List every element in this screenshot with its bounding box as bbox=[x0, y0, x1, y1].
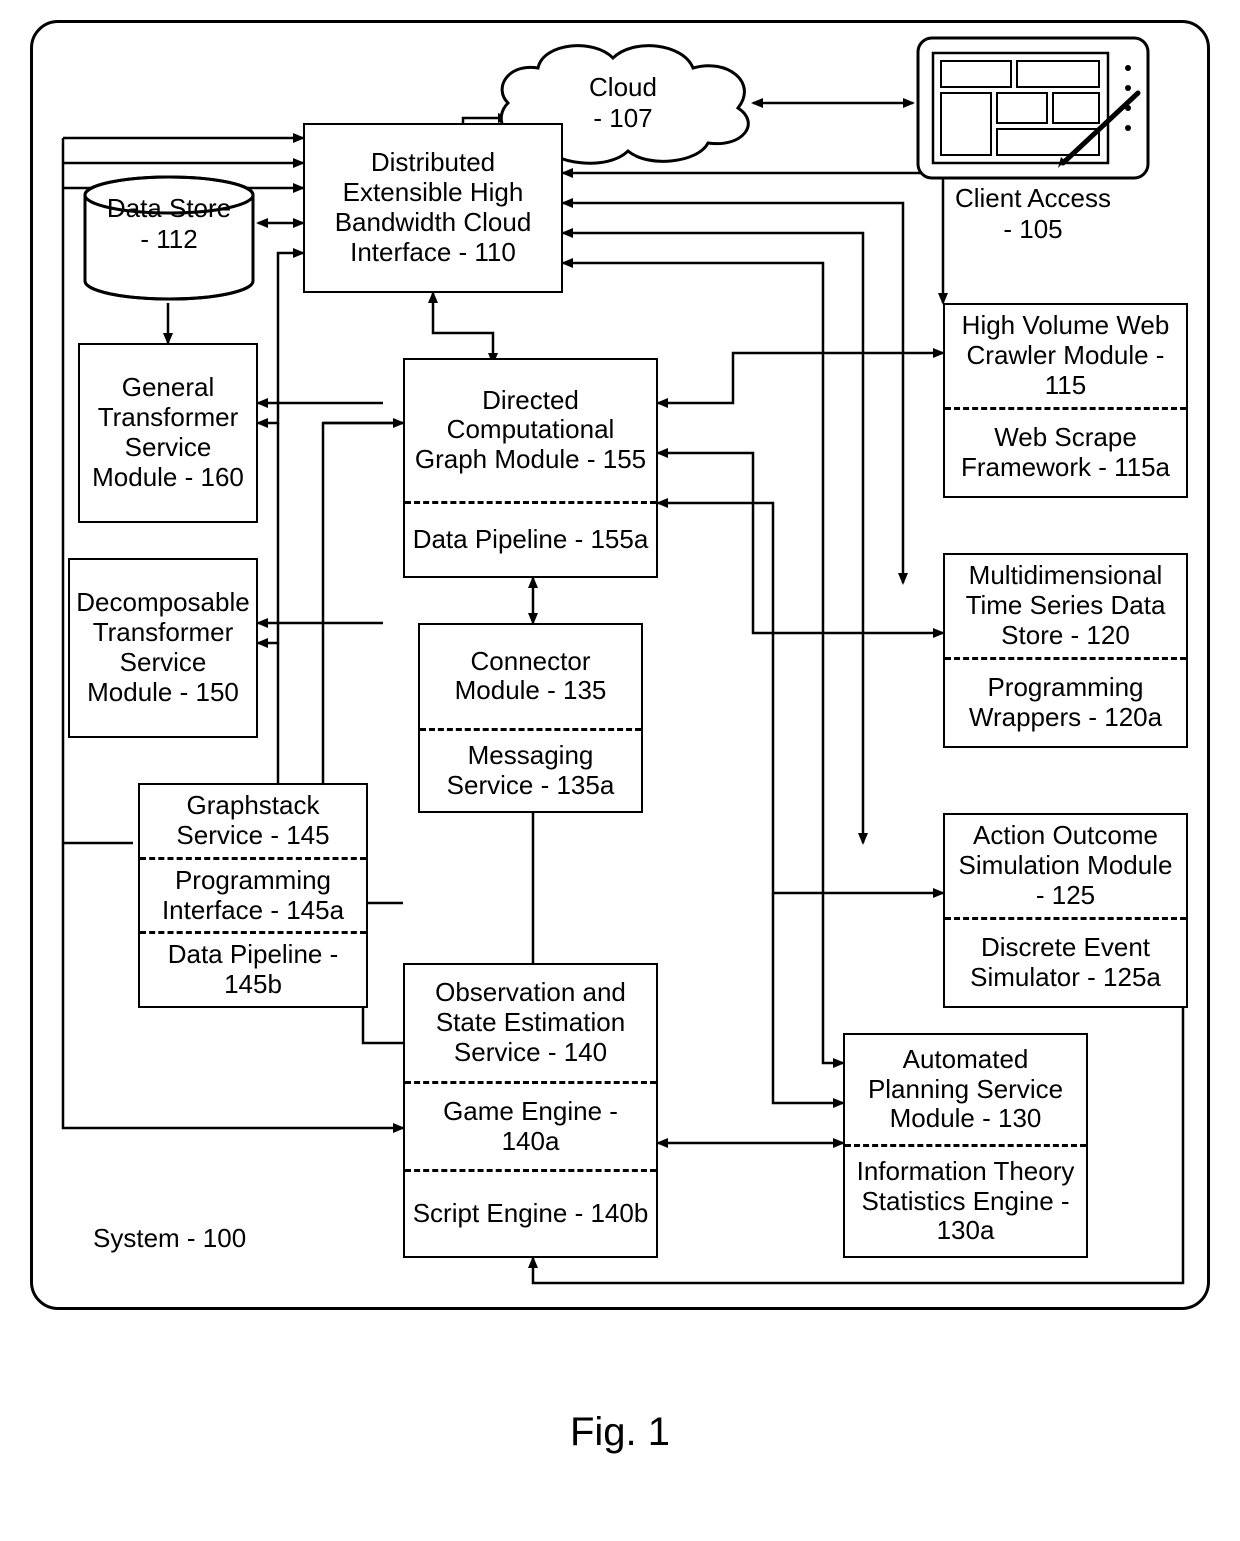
node-115: High Volume Web Crawler Module - 115 Web… bbox=[943, 303, 1188, 498]
cloud-id: - 107 bbox=[593, 103, 652, 134]
data-store-id: - 112 bbox=[79, 224, 259, 255]
node-125: Action Outcome Simulation Module - 125 D… bbox=[943, 813, 1188, 1008]
node-135: Connector Module - 135 Messaging Service… bbox=[418, 623, 643, 813]
cloud-title: Cloud bbox=[589, 72, 657, 103]
system-label: System - 100 bbox=[93, 1223, 246, 1254]
node-145: Graphstack Service - 145 Programming Int… bbox=[138, 783, 368, 1008]
data-store-node: Data Store - 112 bbox=[79, 173, 259, 303]
client-access-label: Client Access - 105 bbox=[913, 183, 1153, 245]
node-160: General Transformer Service Module - 160 bbox=[78, 343, 258, 523]
node-150: Decomposable Transformer Service Module … bbox=[68, 558, 258, 738]
diagram-canvas: Cloud - 107 bbox=[30, 20, 1210, 1310]
node-110: Distributed Extensible High Bandwidth Cl… bbox=[303, 123, 563, 293]
data-store-title: Data Store bbox=[79, 193, 259, 224]
node-130: Automated Planning Service Module - 130 … bbox=[843, 1033, 1088, 1258]
node-155: Directed Computational Graph Module - 15… bbox=[403, 358, 658, 578]
page-root: Cloud - 107 bbox=[0, 0, 1240, 1541]
node-140: Observation and State Estimation Service… bbox=[403, 963, 658, 1258]
node-120: Multidimensional Time Series Data Store … bbox=[943, 553, 1188, 748]
client-access-device bbox=[913, 33, 1153, 183]
figure-caption: Fig. 1 bbox=[0, 1410, 1240, 1455]
